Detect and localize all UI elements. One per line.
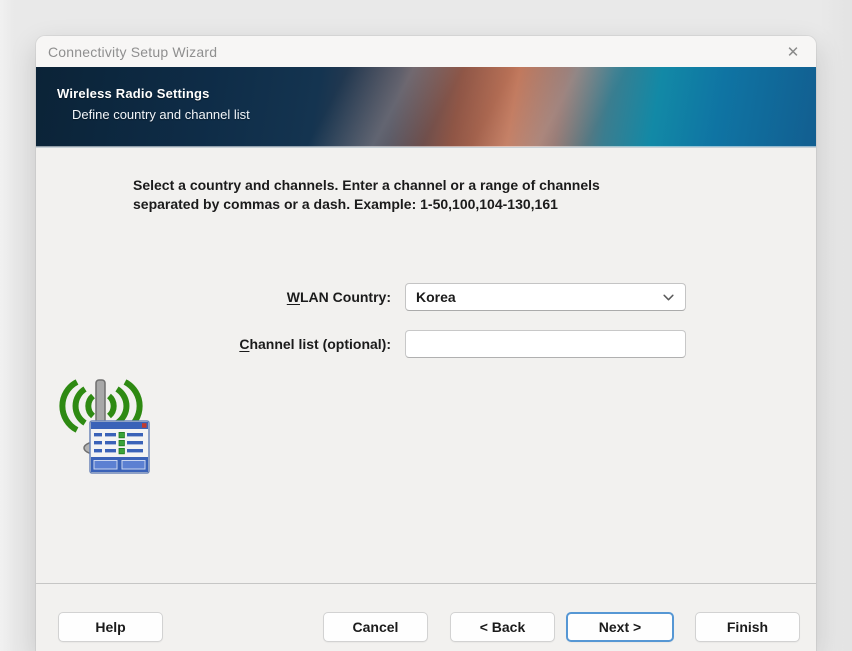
next-button[interactable]: Next > bbox=[566, 612, 674, 642]
help-button[interactable]: Help bbox=[58, 612, 163, 642]
channel-list-input[interactable] bbox=[405, 330, 686, 358]
wireless-radio-icon bbox=[59, 379, 150, 474]
instruction-text: Select a country and channels. Enter a c… bbox=[133, 176, 693, 214]
close-icon[interactable]: ✕ bbox=[778, 38, 808, 65]
channel-list-label: Channel list (optional): bbox=[136, 330, 391, 358]
wlan-country-accesskey: W bbox=[286, 289, 300, 305]
finish-button[interactable]: Finish bbox=[695, 612, 800, 642]
instruction-line-2: separated by commas or a dash. Example: … bbox=[133, 196, 558, 212]
button-row: Help Cancel < Back Next > Finish bbox=[36, 584, 816, 651]
wizard-content: Select a country and channels. Enter a c… bbox=[36, 148, 816, 583]
chevron-down-icon bbox=[661, 290, 675, 304]
wizard-header-banner: Wireless Radio Settings Define country a… bbox=[36, 67, 816, 148]
connectivity-setup-wizard-dialog: Connectivity Setup Wizard ✕ Wireless Rad… bbox=[36, 36, 816, 651]
banner-title: Wireless Radio Settings bbox=[57, 86, 210, 101]
channel-list-accesskey: C bbox=[239, 336, 250, 352]
instruction-line-1: Select a country and channels. Enter a c… bbox=[133, 177, 600, 193]
wlan-country-selected-value: Korea bbox=[416, 289, 456, 305]
titlebar: Connectivity Setup Wizard ✕ bbox=[36, 36, 816, 67]
cancel-button[interactable]: Cancel bbox=[323, 612, 428, 642]
channel-list-label-rest: hannel list (optional): bbox=[249, 336, 391, 352]
banner-subtitle: Define country and channel list bbox=[72, 107, 250, 122]
wlan-country-select[interactable]: Korea bbox=[405, 283, 686, 311]
window-title: Connectivity Setup Wizard bbox=[48, 43, 218, 60]
wlan-country-label-rest: LAN Country: bbox=[300, 289, 391, 305]
back-button[interactable]: < Back bbox=[450, 612, 555, 642]
wlan-country-label: WLAN Country: bbox=[136, 283, 391, 311]
